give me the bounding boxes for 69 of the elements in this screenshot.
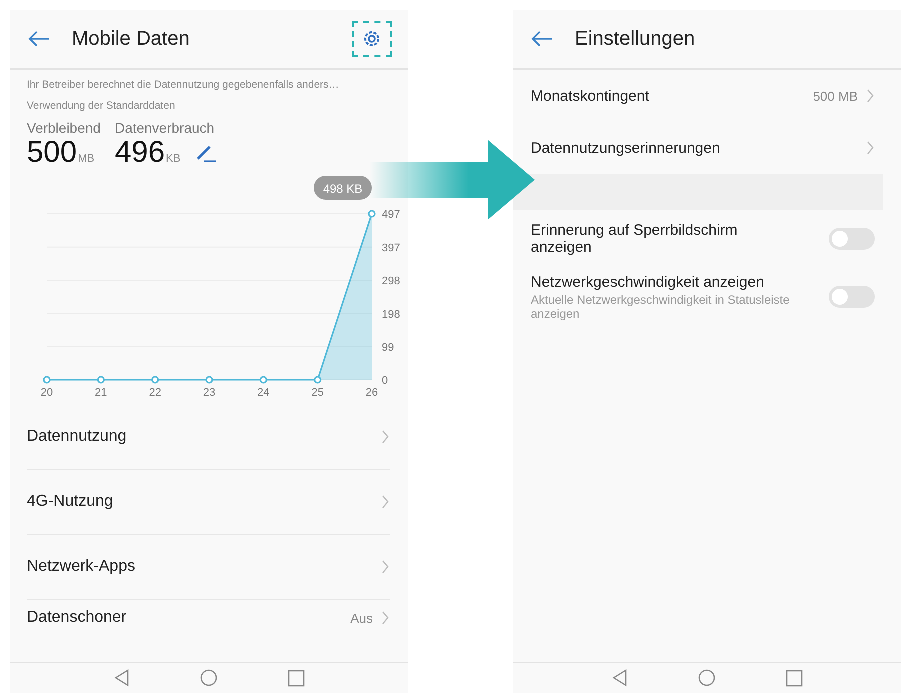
x-tick-label: 23 (203, 387, 216, 399)
chevron-right-icon (866, 141, 875, 155)
home-circle-icon[interactable] (200, 669, 218, 687)
x-tick-label: 24 (258, 387, 270, 399)
item-label: Datennutzung (27, 428, 128, 446)
item-label: Erinnerung auf Sperrbildschirm anzeigen (531, 222, 739, 256)
item-label: Netzwerk-Apps (27, 558, 136, 576)
settings-icon (362, 29, 382, 49)
x-tick-label: 22 (149, 387, 162, 399)
data-point (206, 376, 214, 384)
back-triangle-icon[interactable] (612, 669, 628, 687)
item-label: Datenschoner (27, 609, 128, 627)
list-item[interactable]: Netzwerkgeschwindigkeit anzeigen Aktuelle Netzwerkgeschwindigkeit in Statusleiste anzeigen (531, 268, 875, 326)
settings-button[interactable] (354, 23, 390, 55)
back-triangle-icon[interactable] (114, 669, 130, 687)
data-point (43, 376, 51, 384)
item-value: 500 MB (813, 88, 858, 104)
data-point (368, 210, 376, 218)
list-item[interactable]: Monatskontingent 500 MB (531, 70, 875, 122)
x-tick-label: 21 (95, 387, 108, 399)
screen-title: Einstellungen (575, 28, 696, 50)
list-item[interactable]: Netzwerk-Apps (27, 535, 390, 600)
screen-title: Mobile Daten (72, 28, 190, 50)
notice-text: Ihr Betreiber berechnet die Datennutzung gegebenenfalls anders… (27, 79, 340, 91)
item-label: Datennutzungserinnerungen (531, 140, 722, 156)
pencil-icon[interactable] (194, 143, 217, 163)
data-point (260, 376, 268, 384)
back-arrow-icon[interactable] (28, 31, 50, 47)
chevron-right-icon (381, 611, 390, 625)
y-tick-label: 298 (382, 275, 400, 288)
y-tick-label: 397 (382, 242, 400, 254)
x-tick-label: 26 (366, 387, 378, 399)
item-label: 4G-Nutzung (27, 493, 114, 511)
y-tick-label: 0 (382, 375, 388, 387)
toggle-switch[interactable] (829, 228, 875, 250)
stat-value: 496 (114, 136, 166, 170)
back-arrow-icon[interactable] (531, 31, 553, 47)
data-point (97, 376, 105, 384)
toggle-switch[interactable] (829, 286, 875, 308)
item-description: Aktuelle Netzwerkgeschwindigkeit in Statusleiste anzeigen (531, 292, 791, 320)
y-tick-label: 99 (382, 342, 394, 354)
data-point (152, 376, 160, 384)
subtitle-text: Verwendung der Standarddaten (27, 100, 176, 112)
recents-square-icon[interactable] (288, 670, 304, 686)
list-item[interactable]: Datenschoner Aus (27, 600, 390, 636)
item-value: Aus (350, 610, 373, 626)
x-tick-label: 25 (312, 387, 324, 399)
chevron-right-icon (866, 89, 875, 103)
stat-unit: KB (166, 153, 181, 165)
y-tick-label: 497 (382, 209, 400, 221)
chevron-right-icon (381, 560, 390, 574)
item-label: Monatskontingent (531, 88, 650, 104)
stat-value: 500 (27, 136, 78, 170)
y-tick-label: 198 (382, 308, 400, 321)
stat-unit: MB (78, 153, 95, 165)
x-tick-label: 20 (40, 387, 54, 399)
list-item[interactable]: Datennutzungserinnerungen (531, 122, 875, 174)
recents-square-icon[interactable] (786, 670, 802, 686)
item-label: Netzwerkgeschwindigkeit anzeigen (531, 274, 766, 290)
stat-label: Verbleibend (27, 120, 101, 136)
list-item[interactable]: Datennutzung (27, 405, 390, 470)
list-item[interactable]: 4G-Nutzung (27, 470, 390, 535)
home-circle-icon[interactable] (698, 669, 716, 687)
stat-label: Datenverbrauch (114, 120, 216, 136)
value-tooltip: 498 KB (314, 176, 372, 200)
data-point (314, 376, 322, 384)
chevron-right-icon (381, 430, 390, 444)
chevron-right-icon (381, 495, 390, 509)
list-item[interactable]: Erinnerung auf Sperrbildschirm anzeigen (531, 210, 875, 268)
